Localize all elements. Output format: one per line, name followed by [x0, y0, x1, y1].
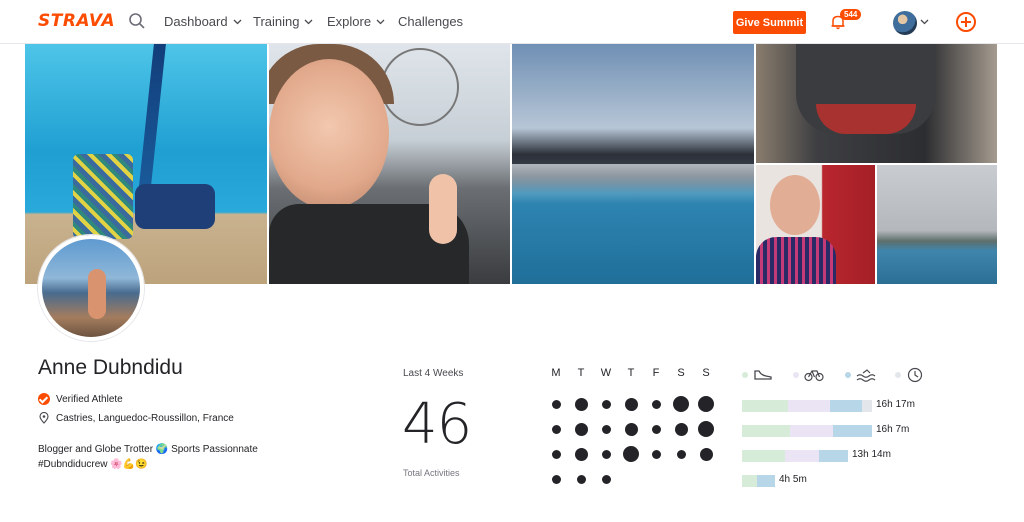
- athlete-location: Castries, Languedoc-Roussillon, France: [38, 412, 234, 424]
- activity-day-dot[interactable]: [574, 422, 588, 436]
- strava-logo[interactable]: STRAVA: [38, 11, 115, 31]
- activity-day-dot[interactable]: [676, 449, 686, 459]
- chevron-down-icon: [376, 19, 385, 25]
- activity-day-dot[interactable]: [574, 397, 588, 411]
- swim-icon: [856, 369, 876, 382]
- bar-segment-run: [742, 425, 791, 437]
- activity-day-dot[interactable]: [651, 424, 661, 434]
- bar-segment-swim: [830, 400, 862, 412]
- swim-legend-dot: [845, 372, 851, 378]
- user-avatar[interactable]: [893, 11, 917, 35]
- activity-day-dot[interactable]: [698, 396, 714, 412]
- weekday-header: S: [702, 367, 710, 379]
- activity-day-dot[interactable]: [624, 397, 638, 411]
- bar-segment-ride: [790, 425, 833, 437]
- activity-day-dot[interactable]: [674, 422, 688, 436]
- nav-challenges[interactable]: Challenges: [398, 14, 463, 29]
- activity-day-dot[interactable]: [576, 474, 586, 484]
- week-hours-bar[interactable]: [742, 475, 775, 487]
- verified-athlete: Verified Athlete: [38, 393, 123, 405]
- activity-day-dot[interactable]: [601, 449, 611, 459]
- week-hours-label: 4h 5m: [779, 474, 807, 485]
- activity-day-dot[interactable]: [551, 449, 561, 459]
- cover-photo-misty-pool[interactable]: [512, 44, 754, 284]
- nav-challenges-label: Challenges: [398, 14, 464, 29]
- location-pin-icon: [39, 412, 49, 424]
- nav-training-label: Training: [253, 14, 300, 29]
- week-hours-bar[interactable]: [742, 425, 872, 437]
- cover-photo-selfie-london[interactable]: [269, 44, 510, 284]
- activity-day-dot[interactable]: [601, 399, 611, 409]
- verified-label: Verified Athlete: [56, 393, 123, 405]
- nav-training[interactable]: Training: [253, 14, 313, 29]
- week-hours-bar[interactable]: [742, 400, 872, 412]
- activity-day-dot[interactable]: [551, 474, 561, 484]
- other-legend-dot: [895, 372, 901, 378]
- activity-day-dot[interactable]: [601, 424, 611, 434]
- search-icon[interactable]: [128, 12, 146, 30]
- bio-line: #Dubndiducrew 🌸💪😉: [38, 459, 148, 470]
- activity-day-dot[interactable]: [651, 449, 661, 459]
- weekday-header: W: [600, 367, 612, 379]
- add-activity-icon[interactable]: [956, 12, 976, 32]
- athlete-name: Anne Dubndidu: [38, 356, 183, 379]
- weekday-header: M: [551, 367, 561, 379]
- bar-segment-swim: [757, 475, 775, 487]
- nav-dashboard-label: Dashboard: [164, 14, 228, 29]
- give-summit-button[interactable]: Give Summit: [733, 11, 806, 34]
- activity-day-dot[interactable]: [624, 422, 638, 436]
- activity-day-dot[interactable]: [673, 396, 689, 412]
- athlete-bio: Blogger and Globe Trotter 🌍 Sports Passi…: [38, 442, 298, 472]
- activity-day-dot[interactable]: [551, 399, 561, 409]
- weekday-header: T: [627, 367, 635, 379]
- bar-segment-run: [742, 400, 788, 412]
- chevron-down-icon: [233, 19, 242, 25]
- activity-day-dot[interactable]: [623, 446, 639, 462]
- notification-count-badge: 544: [840, 9, 862, 20]
- activity-day-dot[interactable]: [574, 447, 588, 461]
- cover-photo-locker-selfie[interactable]: [756, 165, 875, 284]
- nav-explore[interactable]: Explore: [327, 14, 385, 29]
- chevron-down-icon[interactable]: [920, 17, 929, 26]
- location-label: Castries, Languedoc-Roussillon, France: [56, 412, 234, 424]
- top-navigation-bar: STRAVA Dashboard Training Explore Challe…: [0, 0, 1024, 44]
- bar-segment-swim: [819, 450, 848, 462]
- clock-icon: [907, 367, 923, 383]
- total-activities-count: 46: [402, 392, 472, 457]
- bar-segment-ride: [785, 450, 820, 462]
- chevron-down-icon: [305, 19, 313, 25]
- week-hours-label: 16h 17m: [876, 399, 915, 410]
- verified-badge-icon: [38, 393, 50, 405]
- total-activities-label: Total Activities: [403, 468, 460, 478]
- run-shoe-icon: [754, 370, 772, 380]
- bar-segment-other: [861, 400, 872, 412]
- bar-segment-run: [742, 450, 786, 462]
- run-legend-dot: [742, 372, 748, 378]
- cover-photo-outdoor-pool[interactable]: [877, 165, 997, 284]
- week-hours-bar[interactable]: [742, 450, 848, 462]
- activity-day-dot[interactable]: [651, 399, 661, 409]
- week-hours-label: 13h 14m: [852, 449, 891, 460]
- activity-day-dot[interactable]: [699, 447, 713, 461]
- bar-segment-swim: [832, 425, 872, 437]
- activity-day-dot[interactable]: [551, 424, 561, 434]
- weekday-header: S: [677, 367, 685, 379]
- cover-photo-bag[interactable]: [756, 44, 997, 163]
- week-hours-label: 16h 7m: [876, 424, 910, 435]
- bio-line: Blogger and Globe Trotter 🌍 Sports Passi…: [38, 444, 258, 455]
- activity-day-dot[interactable]: [601, 474, 611, 484]
- weekday-header: T: [577, 367, 585, 379]
- profile-avatar[interactable]: [38, 235, 144, 341]
- bar-segment-run: [742, 475, 758, 487]
- bar-segment-ride: [787, 400, 831, 412]
- activity-day-dot[interactable]: [698, 421, 714, 437]
- weekday-header: F: [652, 367, 660, 379]
- period-label: Last 4 Weeks: [403, 368, 464, 379]
- bike-icon: [804, 370, 824, 382]
- ride-legend-dot: [793, 372, 799, 378]
- nav-explore-label: Explore: [327, 14, 372, 29]
- nav-dashboard[interactable]: Dashboard: [164, 14, 242, 29]
